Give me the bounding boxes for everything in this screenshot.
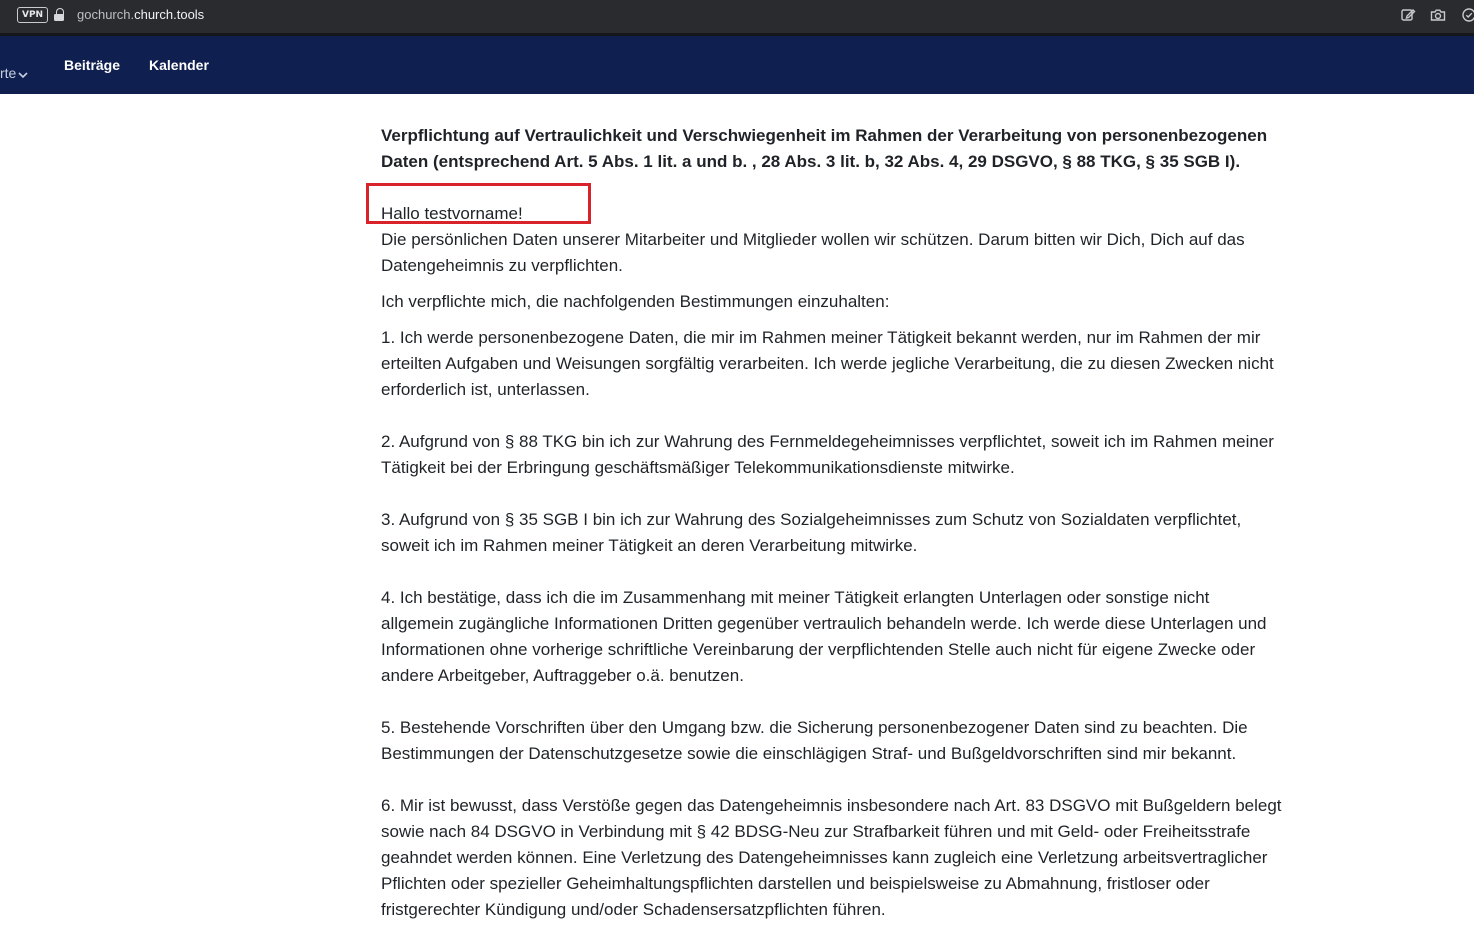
- nav-item-partial-label: rte: [0, 65, 17, 81]
- chevron-down-icon: [18, 66, 28, 83]
- main-navbar: rte Beiträge Kalender: [0, 36, 1474, 94]
- list-item: 1. Ich werde personenbezogene Daten, die…: [381, 328, 1274, 399]
- list-item: 5. Bestehende Vorschriften über den Umga…: [381, 718, 1248, 763]
- url-host: church.tools: [134, 7, 205, 22]
- url-field[interactable]: gochurch.church.tools: [77, 7, 204, 23]
- intro-text: Die persönlichen Daten unserer Mitarbeit…: [381, 230, 1245, 275]
- nav-item-kalender[interactable]: Kalender: [149, 57, 209, 74]
- edit-icon[interactable]: [1399, 6, 1417, 24]
- browser-address-bar: VPN gochurch.church.tools: [0, 0, 1474, 36]
- list-item: 6. Mir ist bewusst, dass Verstöße gegen …: [381, 796, 1282, 919]
- nav-item-partial[interactable]: rte: [0, 65, 36, 83]
- list-item: 4. Ich bestätige, dass ich die im Zusamm…: [381, 588, 1267, 685]
- pledge-text: Ich verpflichte mich, die nachfolgenden …: [381, 292, 890, 311]
- document-heading: Verpflichtung auf Vertraulichkeit und Ve…: [381, 126, 1268, 171]
- lock-icon[interactable]: [54, 8, 64, 22]
- greeting-text: Hallo testvorname!: [381, 204, 523, 223]
- nav-item-beitraege[interactable]: Beiträge: [64, 57, 120, 74]
- camera-icon[interactable]: [1429, 6, 1447, 24]
- url-prefix: gochurch.: [77, 7, 135, 22]
- shield-check-icon[interactable]: [1460, 6, 1474, 24]
- vpn-badge[interactable]: VPN: [17, 7, 49, 23]
- document-body: Verpflichtung auf Vertraulichkeit und Ve…: [381, 123, 1286, 933]
- list-item: 3. Aufgrund von § 35 SGB I bin ich zur W…: [381, 510, 1242, 555]
- list-item: 2. Aufgrund von § 88 TKG bin ich zur Wah…: [381, 432, 1274, 477]
